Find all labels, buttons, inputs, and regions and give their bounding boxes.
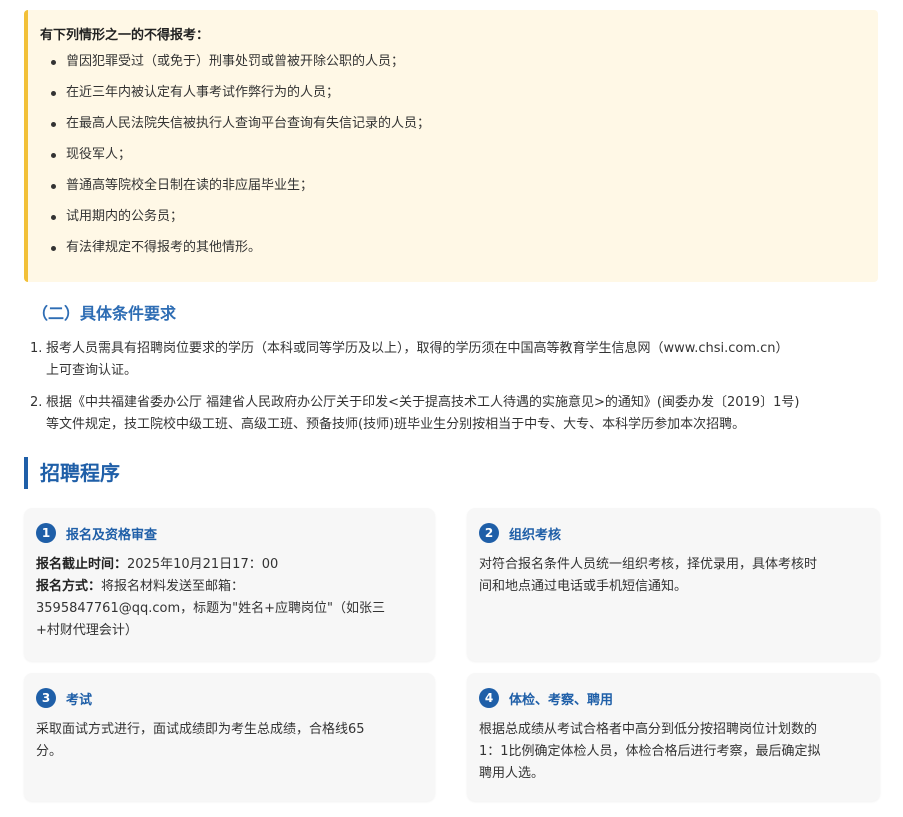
item-text: 根据《中共福建省委办公厅 福建省人民政府办公厅关于印发<关于提高技术工人待遇的实… [46, 395, 800, 410]
step-number-badge: 2 [479, 523, 499, 543]
list-item: 现役军人； [40, 145, 864, 165]
list-item: 在近三年内被认定有人事考试作弊行为的人员； [40, 83, 864, 103]
item-number: 2. [30, 395, 43, 410]
step-card-registration: 1 报名及资格审查 报名截止时间：2025年10月21日17：00 报名方式：将… [24, 508, 435, 661]
card-header: 1 报名及资格审查 [36, 522, 421, 544]
list-item: 2. 根据《中共福建省委办公厅 福建省人民政府办公厅关于印发<关于提高技术工人待… [30, 392, 880, 436]
item-text: 报考人员需具有招聘岗位要求的学历（本科或同等学历及以上），取得的学历须在中国高等… [46, 341, 789, 356]
list-item: 试用期内的公务员； [40, 207, 864, 227]
step-card-assessment: 2 组织考核 对符合报名条件人员统一组织考核，择优录用，具体考核时 间和地点通过… [467, 508, 880, 661]
notice-list: 曾因犯罪受过（或免于）刑事处罚或曾被开除公职的人员； 在近三年内被认定有人事考试… [40, 52, 864, 258]
section-title: 招聘程序 [24, 457, 120, 489]
list-item: 有法律规定不得报考的其他情形。 [40, 238, 864, 258]
card-text: 间和地点通过电话或手机短信通知。 [479, 579, 688, 594]
card-text: 根据总成绩从考试合格者中高分到低分按招聘岗位计划数的 [479, 722, 818, 737]
card-body: 报名截止时间：2025年10月21日17：00 报名方式：将报名材料发送至邮箱：… [36, 554, 421, 642]
deadline-label: 报名截止时间： [36, 557, 128, 572]
disqualification-notice: 有下列情形之一的不得报考： 曾因犯罪受过（或免于）刑事处罚或曾被开除公职的人员；… [24, 10, 878, 282]
card-title: 体检、考察、聘用 [509, 692, 614, 708]
card-body: 对符合报名条件人员统一组织考核，择优录用，具体考核时 间和地点通过电话或手机短信… [479, 554, 866, 598]
card-title: 考试 [66, 692, 93, 708]
item-number: 1. [30, 341, 43, 356]
step-number-badge: 4 [479, 688, 499, 708]
card-title: 组织考核 [509, 527, 562, 543]
step-number-badge: 1 [36, 523, 56, 543]
step-card-exam: 3 考试 采取面试方式进行，面试成绩即为考生总成绩，合格线65 分。 [24, 673, 435, 801]
card-header: 4 体检、考察、聘用 [479, 687, 866, 709]
card-text: 聘用人选。 [479, 766, 545, 781]
item-text: 上可查询认证。 [46, 363, 138, 378]
method-label: 报名方式： [36, 579, 102, 594]
deadline-value: 2025年10月21日17：00 [127, 557, 279, 572]
item-text: 等文件规定，技工院校中级工班、高级工班、预备技师(技师)班毕业生分别按相当于中专… [46, 417, 746, 432]
method-example: +村财代理会计） [36, 623, 138, 638]
card-body: 根据总成绩从考试合格者中高分到低分按招聘岗位计划数的 1：1比例确定体检人员，体… [479, 719, 866, 785]
method-value: 将报名材料发送至邮箱： [101, 579, 245, 594]
card-header: 3 考试 [36, 687, 421, 709]
page: 有下列情形之一的不得报考： 曾因犯罪受过（或免于）刑事处罚或曾被开除公职的人员；… [0, 0, 903, 817]
method-email: 3595847761@qq.com，标题为"姓名+应聘岗位"（如张三 [36, 601, 385, 616]
list-item: 1. 报考人员需具有招聘岗位要求的学历（本科或同等学历及以上），取得的学历须在中… [30, 338, 880, 382]
notice-title: 有下列情形之一的不得报考： [40, 28, 210, 43]
list-item: 在最高人民法院失信被执行人查询平台查询有失信记录的人员； [40, 114, 864, 134]
requirements-list: 1. 报考人员需具有招聘岗位要求的学历（本科或同等学历及以上），取得的学历须在中… [30, 338, 880, 446]
specific-requirements-heading: （二）具体条件要求 [32, 304, 177, 323]
step-number-badge: 3 [36, 688, 56, 708]
list-item: 曾因犯罪受过（或免于）刑事处罚或曾被开除公职的人员； [40, 52, 864, 72]
deadline-line: 报名截止时间：2025年10月21日17：00 [36, 554, 421, 576]
card-text: 1：1比例确定体检人员，体检合格后进行考察，最后确定拟 [479, 744, 821, 759]
card-text: 对符合报名条件人员统一组织考核，择优录用，具体考核时 [479, 557, 818, 572]
card-text: 采取面试方式进行，面试成绩即为考生总成绩，合格线65 [36, 722, 365, 737]
method-line: 报名方式：将报名材料发送至邮箱： [36, 576, 421, 598]
step-card-hiring: 4 体检、考察、聘用 根据总成绩从考试合格者中高分到低分按招聘岗位计划数的 1：… [467, 673, 880, 801]
list-item: 普通高等院校全日制在读的非应届毕业生； [40, 176, 864, 196]
card-body: 采取面试方式进行，面试成绩即为考生总成绩，合格线65 分。 [36, 719, 421, 763]
card-text: 分。 [36, 744, 63, 759]
card-header: 2 组织考核 [479, 522, 866, 544]
card-title: 报名及资格审查 [66, 527, 158, 543]
